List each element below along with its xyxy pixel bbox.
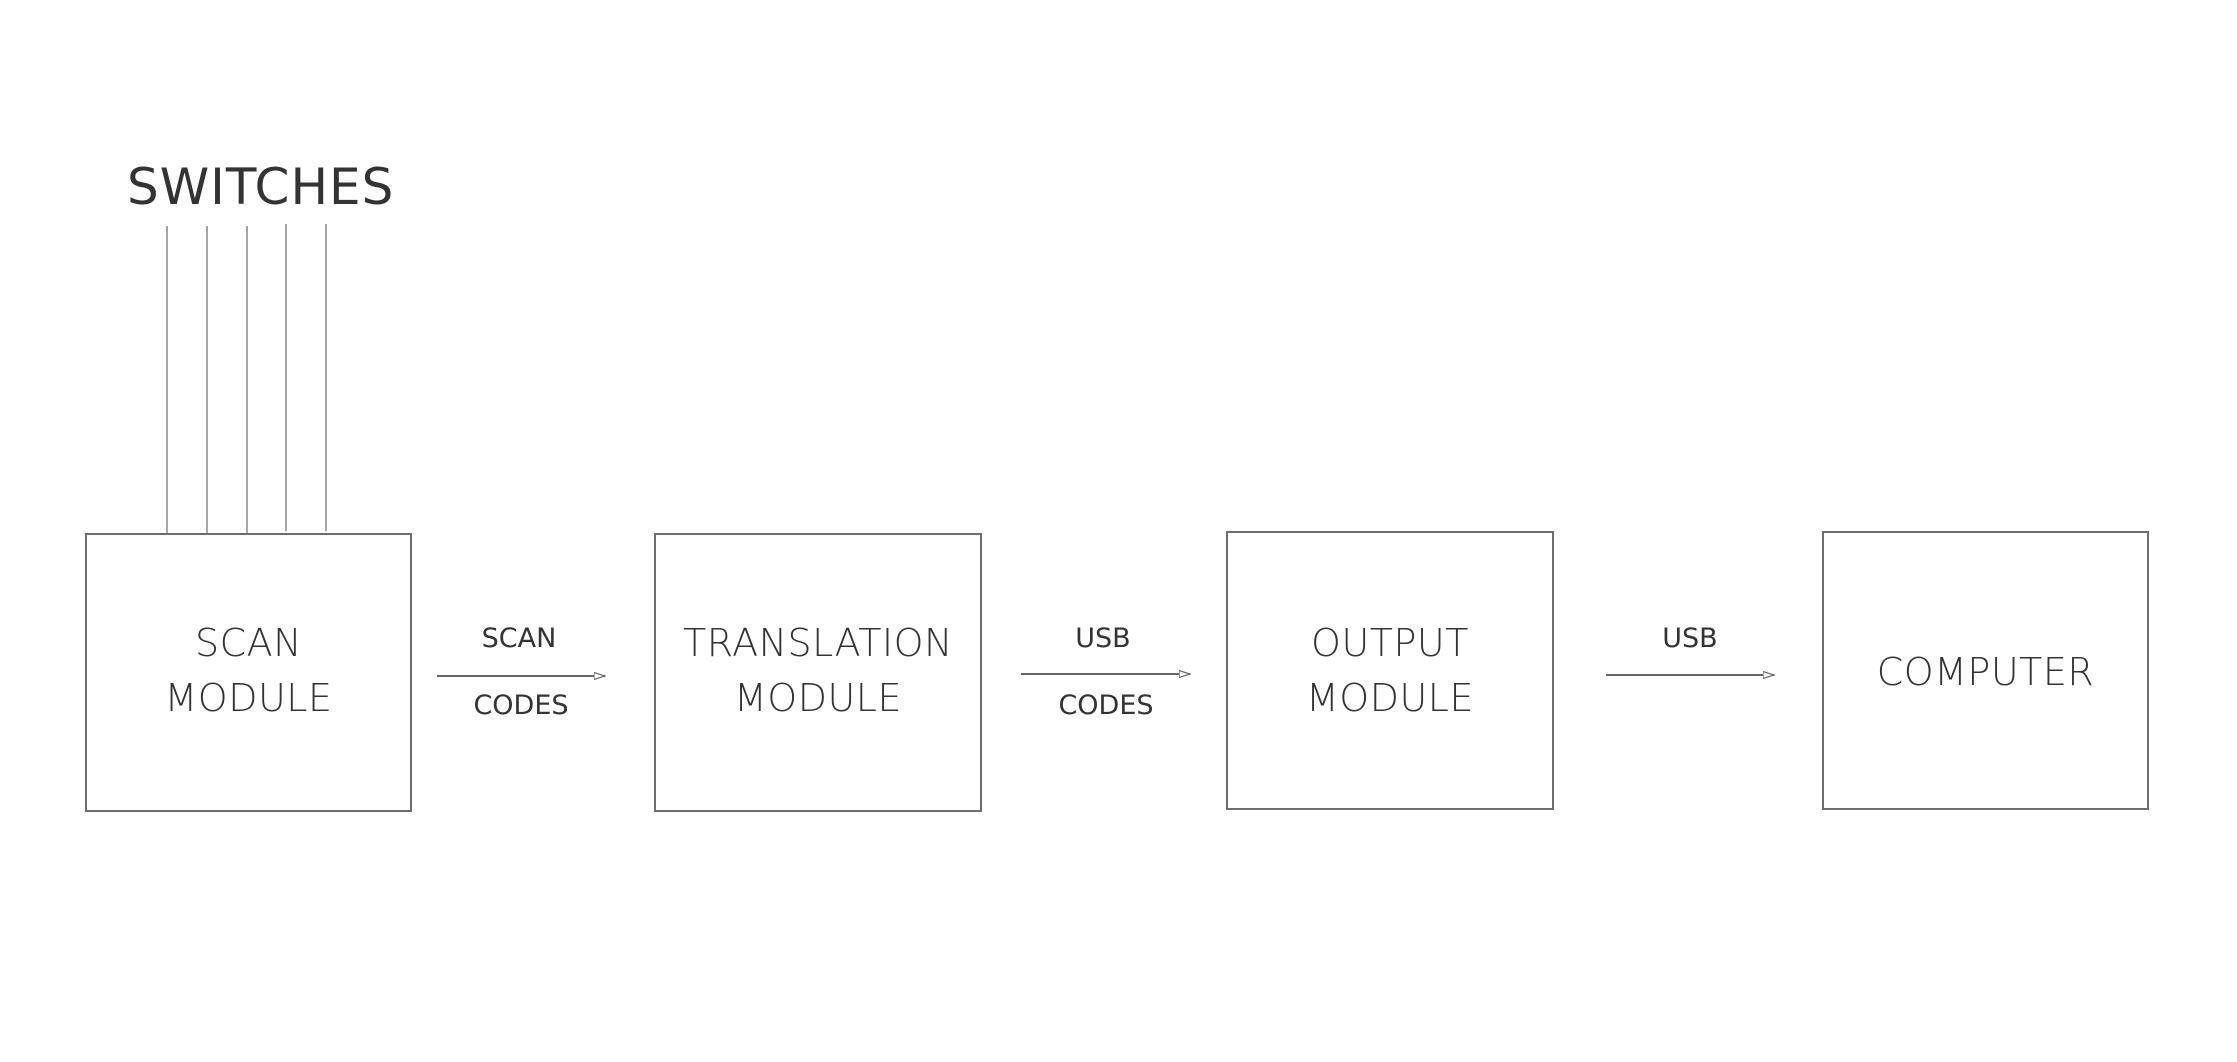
edge1-label-bottom: CODES (473, 690, 569, 721)
edge2-label-top: USB (1075, 623, 1131, 654)
edge1-label-top: SCAN (481, 623, 557, 654)
edge2-label-bottom: CODES (1058, 690, 1154, 721)
edge3-label-top: USB (1662, 623, 1718, 654)
connectors (437, 0, 2237, 1062)
